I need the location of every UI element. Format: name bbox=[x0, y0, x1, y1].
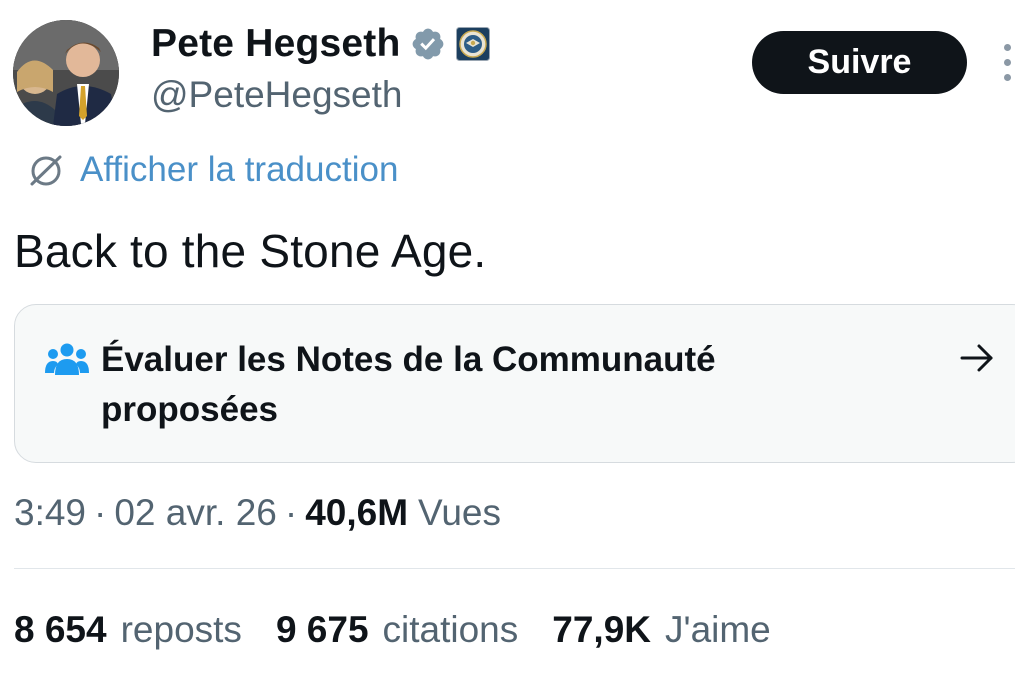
avatar-photo bbox=[13, 20, 119, 126]
reposts-count: 8 654 bbox=[14, 609, 107, 650]
tweet-time[interactable]: 3:49 bbox=[14, 492, 86, 534]
tweet-date[interactable]: 02 avr. 26 bbox=[114, 492, 277, 534]
author-handle[interactable]: @PeteHegseth bbox=[151, 74, 402, 116]
tweet-detail: Pete Hegseth @PeteHegseth Suivre Affiche… bbox=[0, 0, 1015, 676]
tweet-meta: 3:49 · 02 avr. 26 · 40,6M Vues bbox=[14, 486, 501, 540]
engagement-stats: 8 654 reposts 9 675 citations 77,9K J'ai… bbox=[14, 603, 771, 657]
quotes-count: 9 675 bbox=[275, 609, 369, 650]
affiliation-seal-icon[interactable] bbox=[456, 27, 491, 61]
author-name-row: Pete Hegseth bbox=[151, 20, 491, 68]
community-notes-card[interactable]: Évaluer les Notes de la Communauté propo… bbox=[14, 304, 1015, 463]
follow-button[interactable]: Suivre bbox=[752, 31, 967, 94]
translate-globe-icon bbox=[26, 150, 66, 190]
people-icon bbox=[45, 341, 89, 377]
likes-stat[interactable]: 77,9K J'aime bbox=[552, 609, 771, 651]
meta-separator: · bbox=[94, 492, 107, 533]
quotes-label: citations bbox=[382, 609, 519, 650]
views-label: Vues bbox=[418, 492, 501, 533]
likes-label: J'aime bbox=[665, 609, 771, 650]
author-display-name[interactable]: Pete Hegseth bbox=[151, 22, 400, 66]
divider bbox=[14, 568, 1015, 569]
tweet-text: Back to the Stone Age. bbox=[14, 225, 487, 277]
arrow-right-icon bbox=[959, 341, 995, 375]
reposts-label: reposts bbox=[120, 609, 242, 650]
views-count: 40,6M bbox=[305, 492, 409, 533]
quotes-stat[interactable]: 9 675 citations bbox=[276, 609, 518, 651]
verified-badge-icon bbox=[410, 26, 446, 62]
more-vertical-icon[interactable] bbox=[995, 40, 1015, 86]
show-translation-link[interactable]: Afficher la traduction bbox=[26, 146, 398, 194]
avatar[interactable] bbox=[13, 20, 119, 126]
meta-separator: · bbox=[284, 492, 298, 533]
community-notes-label: Évaluer les Notes de la Communauté propo… bbox=[101, 340, 716, 429]
likes-count: 77,9K bbox=[552, 609, 651, 650]
translation-label: Afficher la traduction bbox=[80, 150, 399, 189]
reposts-stat[interactable]: 8 654 reposts bbox=[14, 609, 242, 651]
